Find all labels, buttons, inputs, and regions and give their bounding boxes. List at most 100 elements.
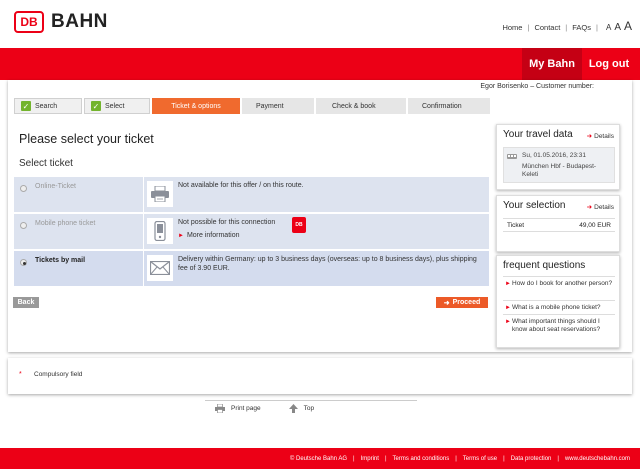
header: DB BAHN Home | Contact | FAQs | A A A — [0, 0, 640, 48]
footer: © Deutsche Bahn AG | Imprint | Terms and… — [0, 448, 640, 469]
travel-summary: Su, 01.05.2016, 23:31 München Hbf - Buda… — [503, 147, 615, 183]
page-tools: Print page Top — [205, 400, 417, 416]
details-label: Details — [594, 133, 614, 140]
bahn-logo-text: BAHN — [51, 11, 108, 32]
copyright: © Deutsche Bahn AG — [289, 455, 348, 462]
font-size-small-button[interactable]: A — [606, 23, 611, 32]
print-page-link[interactable]: Print page — [215, 404, 261, 413]
compulsory-text: Compulsory field — [34, 371, 83, 378]
ticket-name: Mobile phone ticket — [35, 220, 96, 227]
faq-label: What important things should I know abou… — [512, 318, 601, 333]
separator: | — [527, 23, 530, 32]
back-button[interactable]: Back — [13, 297, 39, 308]
font-size-large-button[interactable]: A — [624, 19, 632, 33]
deutschebahn-link[interactable]: www.deutschebahn.com — [565, 456, 630, 462]
booking-steps: ✓ Search ✓ Select Ticket & options Payme… — [14, 98, 492, 114]
page-title: Please select your ticket — [19, 132, 154, 146]
font-size-medium-button[interactable]: A — [614, 22, 621, 33]
ticket-name: Online-Ticket — [35, 183, 76, 190]
contact-link[interactable]: Contact — [534, 23, 560, 32]
step-label: Confirmation — [422, 102, 462, 110]
data-protection-link[interactable]: Data protection — [511, 456, 552, 462]
separator: | — [353, 455, 355, 462]
selection-details-link[interactable]: ➜ Details — [587, 203, 614, 211]
separator: | — [455, 455, 457, 462]
proceed-button[interactable]: ➜ Proceed — [436, 297, 488, 308]
my-bahn-button[interactable]: My Bahn — [522, 48, 582, 80]
home-link[interactable]: Home — [502, 23, 522, 32]
step-select[interactable]: ✓ Select — [84, 98, 150, 114]
phone-icon — [147, 218, 173, 244]
step-label: Check & book — [332, 102, 376, 110]
ticket-name: Tickets by mail — [35, 257, 86, 264]
arrow-right-icon: ➜ — [586, 133, 593, 140]
step-confirmation: Confirmation — [408, 98, 490, 114]
selection-item: Ticket — [507, 222, 525, 229]
arrow-right-icon: ➜ — [586, 204, 593, 211]
logout-button[interactable]: Log out — [582, 48, 636, 80]
mail-ticket-radio[interactable] — [20, 259, 27, 266]
top-link[interactable]: Top — [288, 404, 315, 413]
section-title: Select ticket — [19, 158, 73, 169]
selection-price: 49,00 EUR — [579, 222, 611, 229]
arrow-right-icon: ► — [505, 281, 511, 287]
print-label: Print page — [231, 405, 261, 412]
step-payment: Payment — [242, 98, 314, 114]
separator: | — [557, 455, 559, 462]
terms-of-use-link[interactable]: Terms of use — [463, 456, 497, 462]
travel-details-link[interactable]: ➜ Details — [587, 132, 614, 140]
step-label: Ticket & options — [171, 102, 221, 110]
ticket-description: Not available for this offer / on this r… — [178, 182, 304, 189]
more-information-link[interactable]: ► More information — [178, 232, 239, 239]
travel-date: Su, 01.05.2016, 23:31 — [522, 152, 586, 159]
db-bahn-logo[interactable]: DB BAHN — [14, 11, 108, 33]
terms-conditions-link[interactable]: Terms and conditions — [393, 456, 450, 462]
check-icon: ✓ — [21, 101, 31, 111]
printer-icon — [147, 181, 173, 207]
arrow-right-icon: ► — [178, 233, 184, 239]
check-icon: ✓ — [91, 101, 101, 111]
travel-data-box: Your travel data ➜ Details Su, 01.05.2016… — [496, 124, 620, 190]
faq-item[interactable]: ► What important things should I know abo… — [503, 314, 615, 338]
ticket-option-mail[interactable]: Tickets by mail Delivery within Germany:… — [14, 251, 489, 286]
proceed-label: Proceed — [452, 299, 481, 306]
db-app-badge-icon[interactable]: DB — [292, 217, 306, 233]
your-selection-box: Your selection ➜ Details Ticket 49,00 EUR — [496, 195, 620, 252]
separator: | — [565, 23, 568, 32]
online-ticket-radio — [20, 185, 27, 192]
faq-label: How do I book for another person? — [512, 280, 613, 287]
compulsory-note: * Compulsory field — [8, 358, 632, 394]
arrow-right-icon: ➜ — [443, 299, 450, 307]
arrow-up-icon — [288, 404, 298, 413]
ticket-description: Delivery within Germany: up to 3 busines… — [178, 256, 477, 272]
arrow-right-icon: ► — [505, 319, 511, 325]
train-icon — [507, 154, 517, 159]
print-icon — [215, 404, 225, 413]
faq-box: frequent questions ► How do I book for an… — [496, 255, 620, 348]
faq-label: What is a mobile phone ticket? — [512, 304, 601, 311]
top-label: Top — [303, 405, 315, 412]
details-label: Details — [594, 204, 614, 211]
db-logo-mark: DB — [14, 11, 44, 33]
travel-data-title: Your travel data — [503, 129, 573, 140]
step-label: Search — [35, 102, 58, 110]
arrow-right-icon: ► — [505, 305, 511, 311]
required-star: * — [19, 371, 22, 378]
step-label: Select — [105, 102, 125, 110]
faq-item[interactable]: ► What is a mobile phone ticket? — [503, 300, 615, 314]
imprint-link[interactable]: Imprint — [361, 456, 379, 462]
divider — [143, 177, 144, 212]
step-label: Payment — [256, 102, 284, 110]
divider — [143, 214, 144, 249]
customer-info: Egor Borisenko – Customer number: — [480, 83, 594, 90]
faqs-link[interactable]: FAQs — [572, 23, 591, 32]
divider — [143, 251, 144, 286]
mobile-ticket-radio — [20, 222, 27, 229]
step-search[interactable]: ✓ Search — [14, 98, 82, 114]
faq-title: frequent questions — [503, 260, 586, 271]
ticket-option-mobile: Mobile phone ticket Not possible for thi… — [14, 214, 489, 249]
separator: | — [384, 455, 387, 462]
faq-item[interactable]: ► How do I book for another person? — [503, 276, 615, 300]
selection-title: Your selection — [503, 200, 566, 211]
selection-row: Ticket 49,00 EUR — [503, 218, 615, 232]
